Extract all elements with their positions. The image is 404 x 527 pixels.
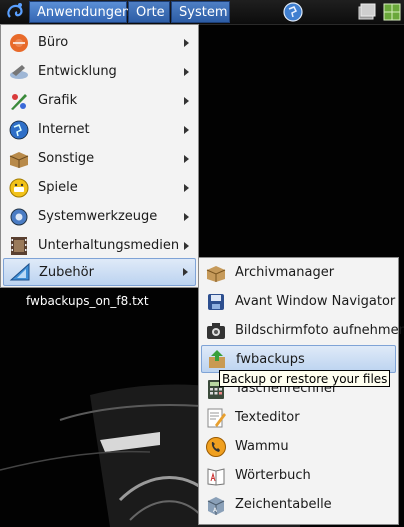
system-menu[interactable]: System (171, 1, 230, 23)
archive-icon (206, 265, 226, 282)
internet-icon (9, 120, 29, 139)
menu-item-label: Internet (38, 122, 90, 137)
menu-item-label: Systemwerkzeuge (38, 209, 158, 224)
accessories-submenu: Archivmanager Avant Window Navigator Bil… (198, 257, 404, 525)
chevron-right-icon (184, 125, 189, 134)
menu-item-woerterbuch[interactable]: Wörterbuch (201, 462, 396, 489)
chevron-right-icon (184, 183, 189, 192)
backup-icon (209, 350, 225, 368)
chevron-right-icon (184, 154, 189, 163)
menu-item-archivmanager[interactable]: Archivmanager (201, 259, 396, 286)
menu-item-entwicklung[interactable]: Entwicklung (3, 58, 196, 85)
accessories-icon (9, 262, 30, 281)
menu-item-zeichentabelle[interactable]: A Zeichentabelle (201, 491, 396, 518)
menu-item-bildschirmfoto[interactable]: Bildschirmfoto aufnehmen (201, 317, 404, 344)
chevron-right-icon (184, 212, 189, 221)
menu-item-label: Texteditor (235, 410, 300, 425)
menu-item-sonstige[interactable]: Sonstige (3, 145, 196, 172)
dictionary-icon (207, 467, 225, 486)
applications-menu[interactable]: Anwendungen (29, 1, 130, 23)
globe-icon[interactable] (282, 1, 304, 23)
chevron-right-icon (184, 96, 189, 105)
menu-item-grafik[interactable]: Grafik (3, 87, 196, 114)
office-icon (10, 33, 28, 52)
graphics-icon (11, 93, 27, 110)
menu-item-label: Archivmanager (235, 265, 335, 280)
menu-item-label: Entwicklung (38, 64, 117, 79)
menu-item-label: fwbackups (236, 351, 305, 367)
system-tools-icon (10, 208, 28, 225)
menu-item-systemwerkzeuge[interactable]: Systemwerkzeuge (3, 203, 196, 230)
development-icon (10, 64, 28, 79)
chevron-right-icon (184, 241, 189, 250)
menu-item-label: Avant Window Navigator (235, 294, 396, 309)
menu-item-label: Grafik (38, 93, 78, 108)
phone-icon (206, 436, 226, 457)
workspace-icon[interactable] (382, 2, 402, 22)
awn-icon (208, 293, 224, 310)
menu-item-label: Bildschirmfoto aufnehmen (235, 323, 404, 338)
menu-item-label: Spiele (38, 180, 78, 195)
multimedia-icon (11, 236, 27, 255)
menu-item-zubehoer[interactable]: Zubehör (3, 258, 196, 286)
applications-dropdown: Büro Entwicklung Grafik Internet Sonstig… (0, 24, 199, 288)
menu-item-label: Zubehör (39, 264, 94, 280)
menu-item-label: Zeichentabelle (235, 497, 332, 512)
chevron-right-icon (184, 38, 189, 47)
places-menu[interactable]: Orte (128, 1, 170, 23)
window-list-icon[interactable] (357, 2, 377, 22)
menu-item-internet[interactable]: Internet (3, 116, 196, 143)
character-map-icon: A (207, 496, 225, 515)
menu-item-wammu[interactable]: Wammu (201, 433, 396, 460)
menu-item-unterhaltungsmedien[interactable]: Unterhaltungsmedien (3, 232, 196, 259)
camera-icon (207, 322, 225, 339)
games-icon (9, 178, 29, 197)
menu-item-avant-window-navigator[interactable]: Avant Window Navigator (201, 288, 396, 315)
menu-item-buero[interactable]: Büro (3, 29, 196, 56)
menu-item-texteditor[interactable]: Texteditor (201, 404, 396, 431)
chevron-right-icon (184, 67, 189, 76)
menu-item-label: Unterhaltungsmedien (38, 238, 180, 253)
menu-item-label: Büro (38, 35, 69, 50)
top-panel: Anwendungen Orte System (0, 0, 404, 25)
other-icon (9, 151, 29, 168)
fwbackups-tooltip: Backup or restore your files (219, 370, 391, 387)
desktop-file-label[interactable]: fwbackups_on_f8.txt (26, 294, 149, 308)
chevron-right-icon (183, 268, 188, 276)
menu-item-label: Wammu (235, 439, 289, 454)
gnome-foot-icon[interactable] (4, 1, 26, 23)
menu-item-fwbackups[interactable]: fwbackups (201, 345, 396, 373)
menu-item-spiele[interactable]: Spiele (3, 174, 196, 201)
menu-item-label: Wörterbuch (235, 468, 311, 483)
menu-item-label: Sonstige (38, 151, 95, 166)
text-editor-icon (207, 408, 226, 427)
